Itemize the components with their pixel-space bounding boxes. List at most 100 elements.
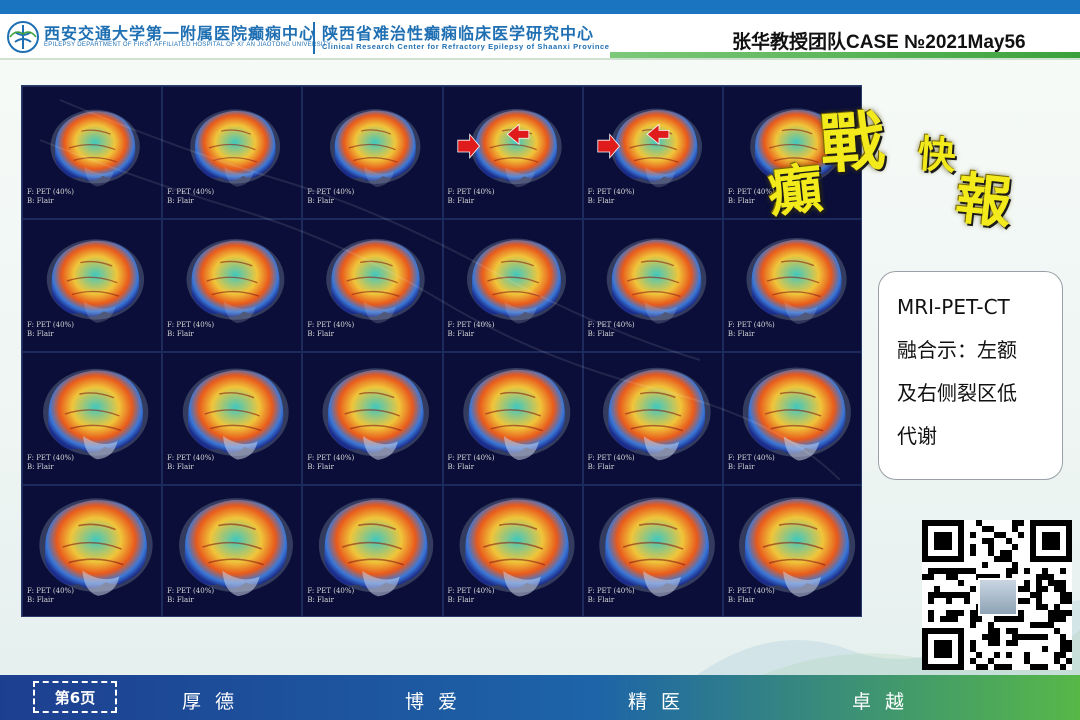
- slice-label-pet: F: PET (40%): [307, 454, 355, 462]
- slice-label-flair: B: Flair: [587, 197, 615, 205]
- scan-grid: F: PET (40%) B: Flair F: PET (40%) B: Flair…: [22, 86, 861, 616]
- slice-label: F: PET (40%) B: Flair: [27, 587, 74, 605]
- mri-pet-scan-panel: F: PET (40%) B: Flair F: PET (40%) B: Flair…: [21, 85, 862, 617]
- calligraphy-title: 癲 戰 快 報: [760, 88, 1040, 238]
- slice-label-pet: F: PET (40%): [727, 587, 775, 595]
- slice-label-flair: B: Flair: [447, 596, 475, 604]
- slice-label: F: PET (40%) B: Flair: [167, 454, 214, 472]
- scan-slice: F: PET (40%) B: Flair: [722, 485, 861, 616]
- brand-title: 西安交通大学第一附属医院癫痫中心: [44, 24, 317, 43]
- scan-slice: F: PET (40%) B: Flair: [722, 219, 861, 352]
- scan-slice: F: PET (40%) B: Flair: [302, 219, 443, 352]
- slice-label-pet: F: PET (40%): [167, 587, 215, 595]
- scan-slice: F: PET (40%) B: Flair: [582, 86, 723, 219]
- slice-label-flair: B: Flair: [167, 197, 194, 205]
- slice-label-pet: F: PET (40%): [447, 587, 495, 595]
- finding-line: 融合示：左额: [897, 338, 1017, 362]
- slice-label-flair: B: Flair: [307, 463, 334, 471]
- header-divider: [313, 22, 315, 54]
- slice-label: F: PET (40%) B: Flair: [167, 188, 214, 206]
- slice-label-flair: B: Flair: [587, 463, 615, 471]
- slice-label: F: PET (40%) B: Flair: [728, 321, 775, 339]
- slice-label-pet: F: PET (40%): [447, 188, 495, 196]
- slice-label-pet: F: PET (40%): [167, 188, 215, 196]
- slice-label-pet: F: PET (40%): [307, 321, 355, 329]
- calligraphy-char: 快: [916, 130, 958, 179]
- slice-label-pet: F: PET (40%): [27, 321, 74, 329]
- slice-label: F: PET (40%) B: Flair: [307, 454, 354, 472]
- scan-slice: F: PET (40%) B: Flair: [582, 485, 723, 616]
- scan-slice: F: PET (40%) B: Flair: [442, 86, 583, 219]
- scan-slice: F: PET (40%) B: Flair: [582, 219, 723, 352]
- slice-label-flair: B: Flair: [307, 596, 334, 604]
- slice-label: F: PET (40%) B: Flair: [448, 454, 495, 472]
- slice-label-flair: B: Flair: [587, 596, 615, 604]
- slice-label-flair: B: Flair: [167, 463, 194, 471]
- slice-label-pet: F: PET (40%): [447, 321, 495, 329]
- scan-slice: F: PET (40%) B: Flair: [582, 352, 723, 485]
- slice-label: F: PET (40%) B: Flair: [167, 321, 214, 339]
- finding-line: MRI-PET-CT: [897, 295, 1010, 319]
- scan-slice: F: PET (40%) B: Flair: [22, 352, 163, 485]
- center-title: 陕西省难治性癫痫临床医学研究中心: [322, 24, 595, 43]
- slice-label-flair: B: Flair: [727, 463, 755, 471]
- motto-item: 厚德: [182, 691, 249, 713]
- page-number: 第6页: [33, 681, 117, 713]
- scan-slice: F: PET (40%) B: Flair: [442, 485, 583, 616]
- scan-slice: F: PET (40%) B: Flair: [162, 352, 303, 485]
- scan-slice: F: PET (40%) B: Flair: [302, 352, 443, 485]
- slice-label-pet: F: PET (40%): [27, 188, 74, 196]
- slice-label: F: PET (40%) B: Flair: [588, 321, 635, 339]
- slice-label-pet: F: PET (40%): [167, 454, 215, 462]
- scan-slice: F: PET (40%) B: Flair: [162, 485, 303, 616]
- slice-label-flair: B: Flair: [447, 330, 475, 338]
- slice-label-flair: B: Flair: [447, 197, 475, 205]
- hospital-logo-icon: [7, 21, 39, 53]
- slice-label-pet: F: PET (40%): [587, 321, 635, 329]
- slice-label: F: PET (40%) B: Flair: [167, 587, 214, 605]
- slice-label-pet: F: PET (40%): [587, 454, 635, 462]
- slice-label: F: PET (40%) B: Flair: [728, 454, 775, 472]
- slice-label-pet: F: PET (40%): [27, 454, 74, 462]
- slice-label: F: PET (40%) B: Flair: [27, 454, 74, 472]
- case-title: 张华教授团队CASE №2021May56: [732, 32, 1026, 53]
- slice-label: F: PET (40%) B: Flair: [588, 188, 635, 206]
- slice-label-flair: B: Flair: [727, 596, 755, 604]
- calligraphy-char: 戰: [817, 103, 887, 184]
- calligraphy-char: 報: [952, 165, 1015, 237]
- slice-label: F: PET (40%) B: Flair: [448, 321, 495, 339]
- center-subtitle: Clinical Research Center for Refractory …: [322, 42, 610, 51]
- slice-label-pet: F: PET (40%): [167, 321, 215, 329]
- top-stripe: [0, 0, 1080, 14]
- slice-label-flair: B: Flair: [167, 596, 194, 604]
- finding-line: 代谢: [897, 424, 937, 448]
- brand-subtitle: EPILEPSY DEPARTMENT OF FIRST AFFILIATED …: [44, 42, 332, 48]
- slice-label-pet: F: PET (40%): [587, 188, 635, 196]
- slice-label-pet: F: PET (40%): [727, 454, 775, 462]
- slice-label-flair: B: Flair: [27, 197, 54, 205]
- scan-slice: F: PET (40%) B: Flair: [302, 485, 443, 616]
- slice-label-flair: B: Flair: [27, 463, 54, 471]
- slice-label: F: PET (40%) B: Flair: [448, 587, 495, 605]
- slice-label: F: PET (40%) B: Flair: [27, 188, 74, 206]
- slice-label: F: PET (40%) B: Flair: [307, 321, 354, 339]
- slice-label: F: PET (40%) B: Flair: [448, 188, 495, 206]
- slice-label-flair: B: Flair: [307, 330, 334, 338]
- finding-box: MRI-PET-CT 融合示：左额 及右侧裂区低 代谢: [878, 271, 1063, 480]
- slice-label-flair: B: Flair: [307, 197, 334, 205]
- scan-slice: F: PET (40%) B: Flair: [162, 219, 303, 352]
- slice-label: F: PET (40%) B: Flair: [728, 587, 775, 605]
- slice-label-pet: F: PET (40%): [307, 188, 355, 196]
- finding-line: 及右侧裂区低: [897, 381, 1017, 405]
- scan-slice: F: PET (40%) B: Flair: [442, 352, 583, 485]
- slice-label-flair: B: Flair: [447, 463, 475, 471]
- scan-slice: F: PET (40%) B: Flair: [442, 219, 583, 352]
- motto-item: 卓越: [852, 691, 919, 713]
- scan-slice: F: PET (40%) B: Flair: [22, 219, 163, 352]
- scan-slice: F: PET (40%) B: Flair: [302, 86, 443, 219]
- slice-label-flair: B: Flair: [27, 596, 54, 604]
- scan-slice: F: PET (40%) B: Flair: [22, 86, 163, 219]
- doctor-photo: [978, 578, 1018, 616]
- slice-label-flair: B: Flair: [727, 330, 755, 338]
- slice-label: F: PET (40%) B: Flair: [27, 321, 74, 339]
